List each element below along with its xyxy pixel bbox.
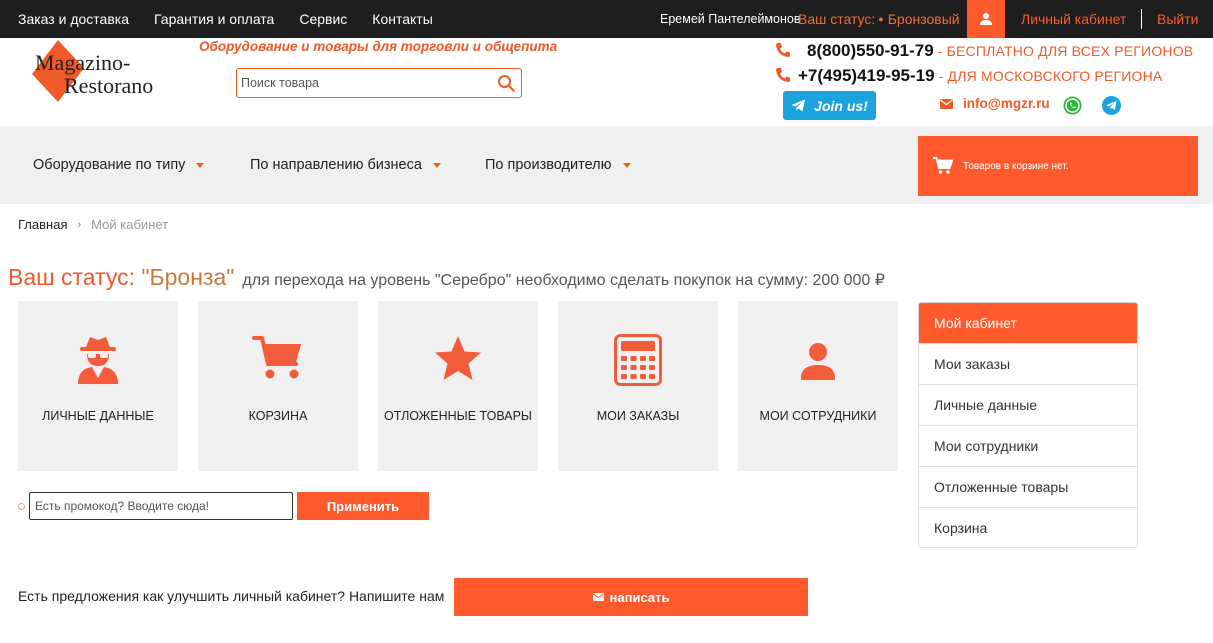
breadcrumb: Главная › Мой кабинет (18, 217, 168, 232)
phone-moscow-number[interactable]: +7(495)419-95-19 (798, 66, 935, 86)
status-line: Ваш статус: "Бронза" для перехода на уро… (8, 264, 885, 291)
status-level: "Бронза" (141, 264, 235, 290)
status-heading: Ваш статус: "Бронза" (8, 264, 234, 291)
phone-free: 8(800)550-91-79 - БЕСПЛАТНО ДЛЯ ВСЕХ РЕГ… (775, 41, 1193, 61)
cart-status: Товаров в корзине нет. (963, 160, 1069, 172)
sidebar-item-my-orders[interactable]: Мои заказы (919, 343, 1137, 384)
cabinet-link[interactable]: Личный кабинет (1021, 0, 1126, 38)
sidebar-item-personal-data[interactable]: Личные данные (919, 384, 1137, 425)
top-nav: Заказ и доставка Гарантия и оплата Серви… (18, 0, 433, 38)
phone-free-number[interactable]: 8(800)550-91-79 (807, 41, 934, 61)
cart-icon (252, 336, 301, 379)
caret-down-icon (196, 162, 205, 168)
cart-widget[interactable]: Товаров в корзине нет. (918, 136, 1198, 196)
breadcrumb-current: Мой кабинет (91, 217, 169, 232)
tile-saved-items[interactable]: ОТЛОЖЕННЫЕ ТОВАРЫ (378, 301, 538, 471)
tile-my-employees-label: МОИ СОТРУДНИКИ (759, 409, 877, 423)
menu-by-business-label: По направлению бизнеса (250, 157, 422, 173)
phone-icon (776, 43, 790, 57)
star-icon (435, 336, 481, 380)
nav-service[interactable]: Сервис (299, 11, 347, 27)
email-link[interactable]: info@mgzr.ru (940, 96, 1050, 111)
status-dot-icon: ● (878, 14, 884, 24)
logo-line2: Restorano (64, 73, 153, 98)
logo-line1: Magazino- (35, 50, 130, 75)
logo[interactable]: Magazino- Restorano (32, 40, 184, 104)
tile-cart[interactable]: КОРЗИНА (198, 301, 358, 471)
breadcrumb-home[interactable]: Главная (18, 217, 67, 232)
menu-by-manufacturer[interactable]: По производителю (485, 126, 631, 204)
tagline: Оборудование и товары для торговли и общ… (199, 39, 558, 54)
menu-by-type[interactable]: Оборудование по типу (33, 126, 205, 204)
top-status: Ваш статус: ● Бронзовый (798, 0, 960, 38)
spy-icon (78, 337, 118, 384)
status-note: для перехода на уровень "Серебро" необхо… (242, 272, 885, 289)
logout-link[interactable]: Выйти (1157, 0, 1198, 38)
menu-by-type-label: Оборудование по типу (33, 157, 186, 173)
phone-moscow-desc: - ДЛЯ МОСКОВСКОГО РЕГИОНА (938, 68, 1163, 84)
sidebar-item-employees[interactable]: Мои сотрудники (919, 425, 1137, 466)
top-status-label: Ваш статус: (798, 11, 876, 27)
tile-my-orders[interactable]: МОИ ЗАКАЗЫ (558, 301, 718, 471)
telegram-icon (791, 99, 806, 112)
telegram-icon[interactable] (1102, 96, 1121, 115)
nav-delivery[interactable]: Заказ и доставка (18, 11, 129, 27)
apply-promo-button[interactable]: Применить (297, 492, 429, 520)
phone-icon (776, 68, 790, 82)
nav-warranty[interactable]: Гарантия и оплата (154, 11, 274, 27)
mail-icon (940, 98, 953, 109)
mail-icon (592, 593, 604, 601)
tile-saved-items-label: ОТЛОЖЕННЫЕ ТОВАРЫ (383, 409, 532, 423)
caret-down-icon (622, 162, 631, 168)
whatsapp-icon[interactable] (1062, 95, 1083, 116)
status-heading-label: Ваш статус: (8, 264, 135, 290)
caret-down-icon (432, 162, 441, 168)
menu-by-manufacturer-label: По производителю (485, 157, 612, 173)
menu-by-business[interactable]: По направлению бизнеса (250, 126, 441, 204)
promo-code-input[interactable] (29, 492, 293, 520)
tile-personal-data-label: ЛИЧНЫЕ ДАННЫЕ (42, 409, 154, 423)
tile-cart-label: КОРЗИНА (248, 409, 308, 423)
promo-radio[interactable] (18, 503, 25, 510)
search-input[interactable] (241, 69, 491, 97)
user-name: Еремей Пантелеймонов (660, 12, 801, 26)
email-address: info@mgzr.ru (963, 96, 1050, 111)
write-button[interactable]: написать (454, 578, 808, 616)
sidebar-item-my-cabinet[interactable]: Мой кабинет (919, 303, 1137, 343)
user-icon (980, 13, 992, 25)
divider (1141, 9, 1142, 29)
phone-moscow: +7(495)419-95-19 - ДЛЯ МОСКОВСКОГО РЕГИО… (775, 66, 1162, 86)
write-button-label: написать (609, 589, 670, 605)
tile-my-orders-label: МОИ ЗАКАЗЫ (596, 409, 680, 423)
top-bar: Заказ и доставка Гарантия и оплата Серви… (0, 0, 1213, 38)
tile-personal-data[interactable]: ЛИЧНЫЕ ДАННЫЕ (18, 301, 178, 471)
account-sidebar: Мой кабинет Мои заказы Личные данные Мои… (918, 302, 1138, 548)
tile-my-employees[interactable]: МОИ СОТРУДНИКИ (738, 301, 898, 471)
calculator-icon (614, 334, 662, 386)
feedback-text: Есть предложения как улучшить личный каб… (18, 588, 445, 604)
chevron-right-icon: › (77, 218, 82, 231)
phone-free-desc: - БЕСПЛАТНО ДЛЯ ВСЕХ РЕГИОНОВ (937, 43, 1194, 59)
search-icon[interactable] (497, 74, 515, 92)
top-status-value: Бронзовый (887, 11, 960, 27)
join-label: Join us! (814, 97, 868, 114)
user-icon (801, 343, 835, 380)
join-telegram-button[interactable]: Join us! (783, 91, 876, 120)
search-box (236, 68, 522, 98)
nav-contacts[interactable]: Контакты (372, 11, 432, 27)
user-button[interactable] (967, 0, 1005, 38)
sidebar-item-cart[interactable]: Корзина (919, 507, 1137, 547)
cart-icon (933, 157, 953, 174)
sidebar-item-saved-items[interactable]: Отложенные товары (919, 466, 1137, 507)
